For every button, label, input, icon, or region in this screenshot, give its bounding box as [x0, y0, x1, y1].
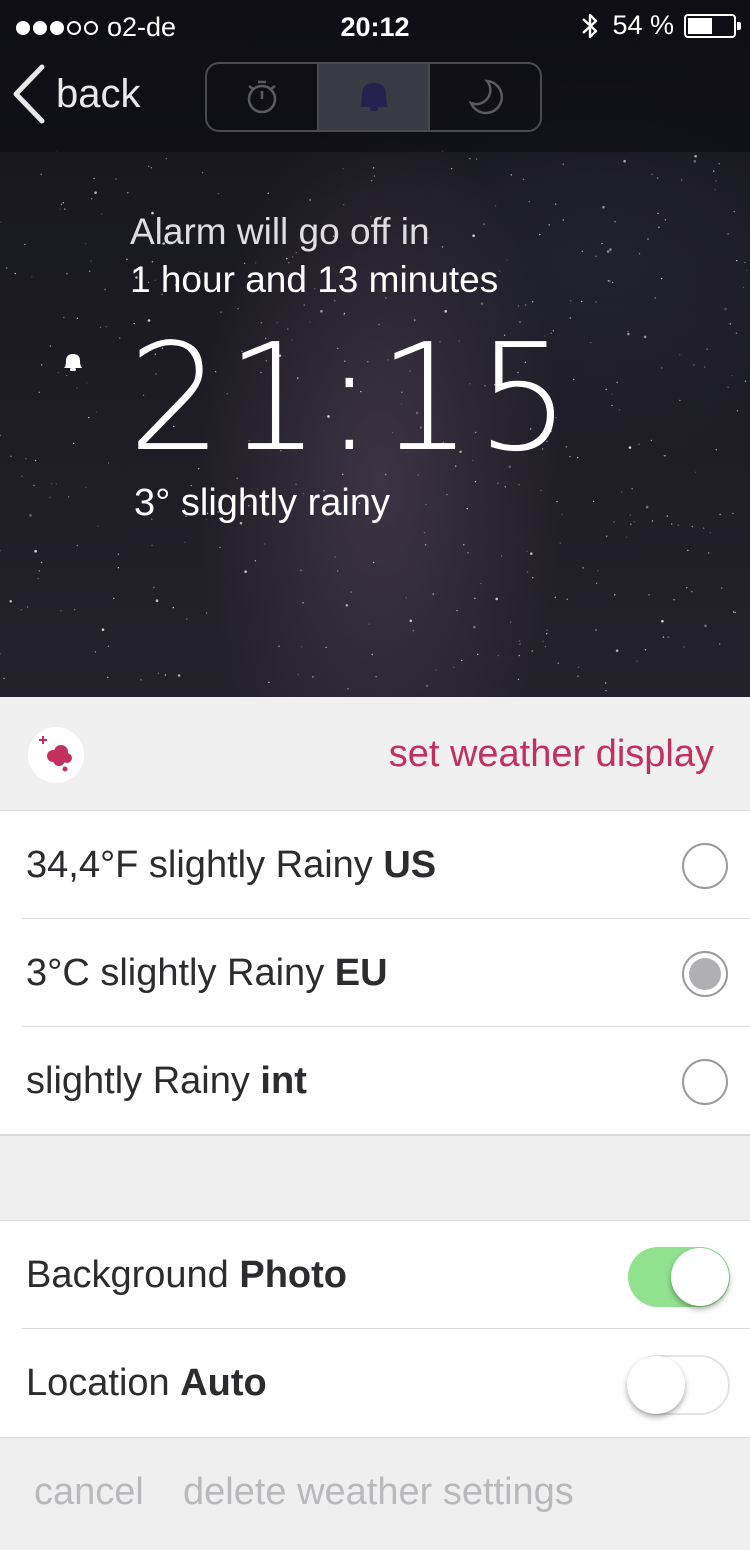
status-right: 54 %	[580, 10, 741, 41]
weather-option-label: 34,4°F slightly Rainy US	[26, 843, 437, 886]
weather-option-int[interactable]: slightly Rainy int	[0, 1027, 750, 1135]
status-bar: o2-de 20:12 54 %	[0, 8, 750, 48]
weather-options-toggles: Background Photo Location Auto	[0, 1221, 750, 1437]
weather-icon-badge	[28, 727, 84, 783]
radio-button[interactable]	[682, 951, 728, 997]
back-button[interactable]: back	[10, 62, 141, 126]
background-photo-label: Background Photo	[26, 1253, 348, 1296]
location-auto-toggle[interactable]	[627, 1355, 730, 1415]
alarm-weather: 3° slightly rainy	[134, 482, 390, 524]
location-auto-row: Location Auto	[0, 1329, 750, 1437]
delete-weather-settings-button[interactable]: delete weather settings	[183, 1471, 574, 1514]
radio-button[interactable]	[682, 1059, 728, 1105]
alarm-hero: o2-de 20:12 54 % back Alarm will go off …	[0, 0, 750, 697]
battery-percent: 54 %	[612, 10, 674, 40]
weather-header: set weather display	[0, 697, 750, 811]
battery-fill	[688, 17, 712, 34]
bluetooth-icon	[582, 13, 598, 38]
divider	[0, 1134, 750, 1135]
weather-settings-panel: set weather display 34,4°F slightly Rain…	[0, 697, 750, 1550]
footer-actions: cancel delete weather settings	[0, 1437, 750, 1550]
top-bar: o2-de 20:12 54 % back	[0, 0, 750, 152]
segment-sleep[interactable]	[430, 64, 540, 130]
rain-cloud-icon	[39, 736, 72, 772]
toggle-knob	[671, 1248, 729, 1306]
segment-alarm[interactable]	[316, 64, 431, 130]
alarm-time: 21:15	[128, 312, 575, 484]
chevron-left-icon	[13, 64, 45, 124]
mode-segmented-control	[205, 62, 542, 132]
cancel-button[interactable]: cancel	[34, 1471, 144, 1514]
toggle-knob	[627, 1356, 685, 1414]
bell-icon	[359, 83, 388, 111]
weather-option-label: slightly Rainy int	[26, 1059, 307, 1102]
location-auto-label: Location Auto	[26, 1361, 267, 1404]
set-weather-display-button[interactable]: set weather display	[389, 733, 714, 776]
alarm-caption-line2: 1 hour and 13 minutes	[130, 259, 499, 300]
moon-icon	[468, 79, 504, 115]
alarm-countdown: Alarm will go off in 1 hour and 13 minut…	[130, 208, 498, 304]
background-photo-toggle[interactable]	[628, 1247, 730, 1307]
background-photo-row: Background Photo	[0, 1221, 750, 1329]
alarm-caption-line1: Alarm will go off in	[130, 211, 430, 252]
battery-icon	[684, 13, 741, 38]
bell-icon	[64, 354, 82, 371]
back-label: back	[56, 71, 141, 116]
stopwatch-icon	[247, 80, 277, 114]
battery-tip	[737, 21, 741, 30]
weather-option-us[interactable]: 34,4°F slightly Rainy US	[0, 811, 750, 919]
weather-option-label: 3°C slightly Rainy EU	[26, 951, 388, 994]
section-spacer	[0, 1135, 750, 1221]
weather-option-eu[interactable]: 3°C slightly Rainy EU	[0, 919, 750, 1027]
radio-button[interactable]	[682, 843, 728, 889]
segment-stopwatch[interactable]	[207, 64, 317, 130]
weather-format-list: 34,4°F slightly Rainy US 3°C slightly Ra…	[0, 811, 750, 1135]
